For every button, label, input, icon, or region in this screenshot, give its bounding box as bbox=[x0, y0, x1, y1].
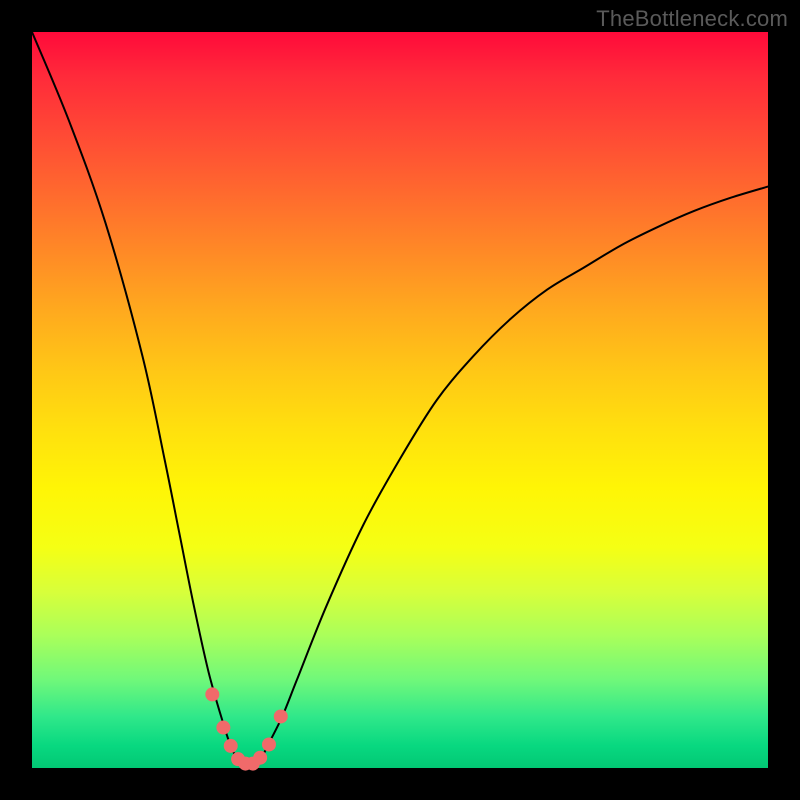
valley-dot bbox=[216, 721, 230, 735]
valley-dot bbox=[205, 687, 219, 701]
watermark-text: TheBottleneck.com bbox=[596, 6, 788, 32]
valley-dot bbox=[274, 709, 288, 723]
bottleneck-curve bbox=[32, 32, 768, 769]
valley-dot bbox=[253, 751, 267, 765]
chart-frame: TheBottleneck.com bbox=[0, 0, 800, 800]
plot-area bbox=[32, 32, 768, 768]
valley-dot bbox=[224, 739, 238, 753]
bottleneck-curve-svg bbox=[32, 32, 768, 768]
valley-dot bbox=[262, 737, 276, 751]
